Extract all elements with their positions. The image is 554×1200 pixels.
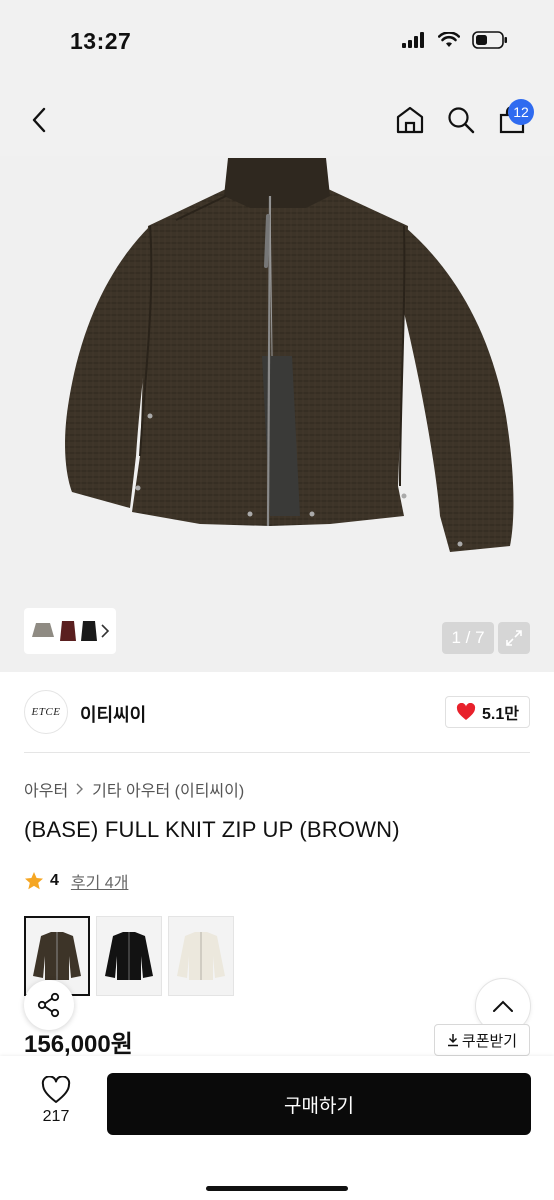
brand-logo[interactable]: ETCE [24,690,68,734]
divider [24,752,530,753]
cart-count-badge: 12 [508,99,534,125]
star-icon [25,872,43,890]
jacket-red-thumb [60,621,76,641]
home-button[interactable] [390,100,430,140]
breadcrumb-category[interactable]: 아우터 [24,777,68,801]
product-photo-jacket [65,158,514,552]
coupon-label: 쿠폰받기 [461,1032,518,1050]
jacket-ivory-swatch [177,932,225,980]
breadcrumb-subcategory[interactable]: 기타 아우터 (이티씨이) [92,777,244,801]
back-button[interactable] [20,100,60,140]
chevron-right-icon [101,624,110,638]
coupon-download-button[interactable]: 쿠폰받기 [434,1024,530,1056]
signal-icon [402,32,424,48]
download-icon [447,1034,458,1047]
thumbnail-strip[interactable] [24,608,116,654]
wifi-icon [438,32,460,47]
color-option-ivory[interactable] [168,916,234,996]
heart-outline-icon [41,1076,71,1103]
status-bar: 13:27 [0,0,554,80]
product-image-gallery[interactable]: 1 / 7 [0,156,554,672]
wishlist-count: 217 [42,1108,70,1125]
bottom-action-bar: 217 구매하기 [0,1056,554,1200]
jacket-black-thumb [81,621,97,641]
search-icon [448,107,475,134]
share-button[interactable] [24,980,74,1030]
home-icon [396,106,424,134]
home-indicator [206,1186,348,1191]
brand-like-button[interactable]: 5.1만 [445,696,530,728]
buy-button[interactable]: 구매하기 [107,1073,531,1135]
jacket-grey-thumb [32,623,54,637]
battery-icon [472,31,507,49]
breadcrumb: 아우터 기타 아우터 (이티씨이) [24,777,244,801]
share-icon [37,992,60,1018]
chevron-right-icon [76,783,84,795]
brand-name[interactable]: 이티씨이 [80,701,146,727]
brand-row[interactable]: ETCE 이티씨이 5.1만 [24,688,530,736]
brand-like-count: 5.1만 [482,706,519,723]
top-navigation [0,80,554,156]
product-price: 156,000원 [24,1031,133,1058]
jacket-black-swatch [105,932,153,980]
product-title: (BASE) FULL KNIT ZIP UP (BROWN) [24,817,400,842]
wishlist-button[interactable]: 217 [30,1076,82,1132]
search-button[interactable] [441,100,481,140]
jacket-brown-swatch [33,932,81,980]
review-count-link[interactable]: 후기 4개 [71,869,129,893]
image-page-counter: 1 / 7 [442,622,494,654]
back-arrow-icon [32,107,46,133]
status-icons [402,31,508,49]
heart-filled-icon [456,703,476,720]
status-time: 13:27 [70,28,132,54]
expand-icon [506,630,522,646]
color-option-black[interactable] [96,916,162,996]
chevron-up-icon [493,1000,513,1012]
rating-value: 4 [50,872,59,889]
expand-image-button[interactable] [498,622,530,654]
rating-row: 4 후기 4개 [24,869,128,893]
